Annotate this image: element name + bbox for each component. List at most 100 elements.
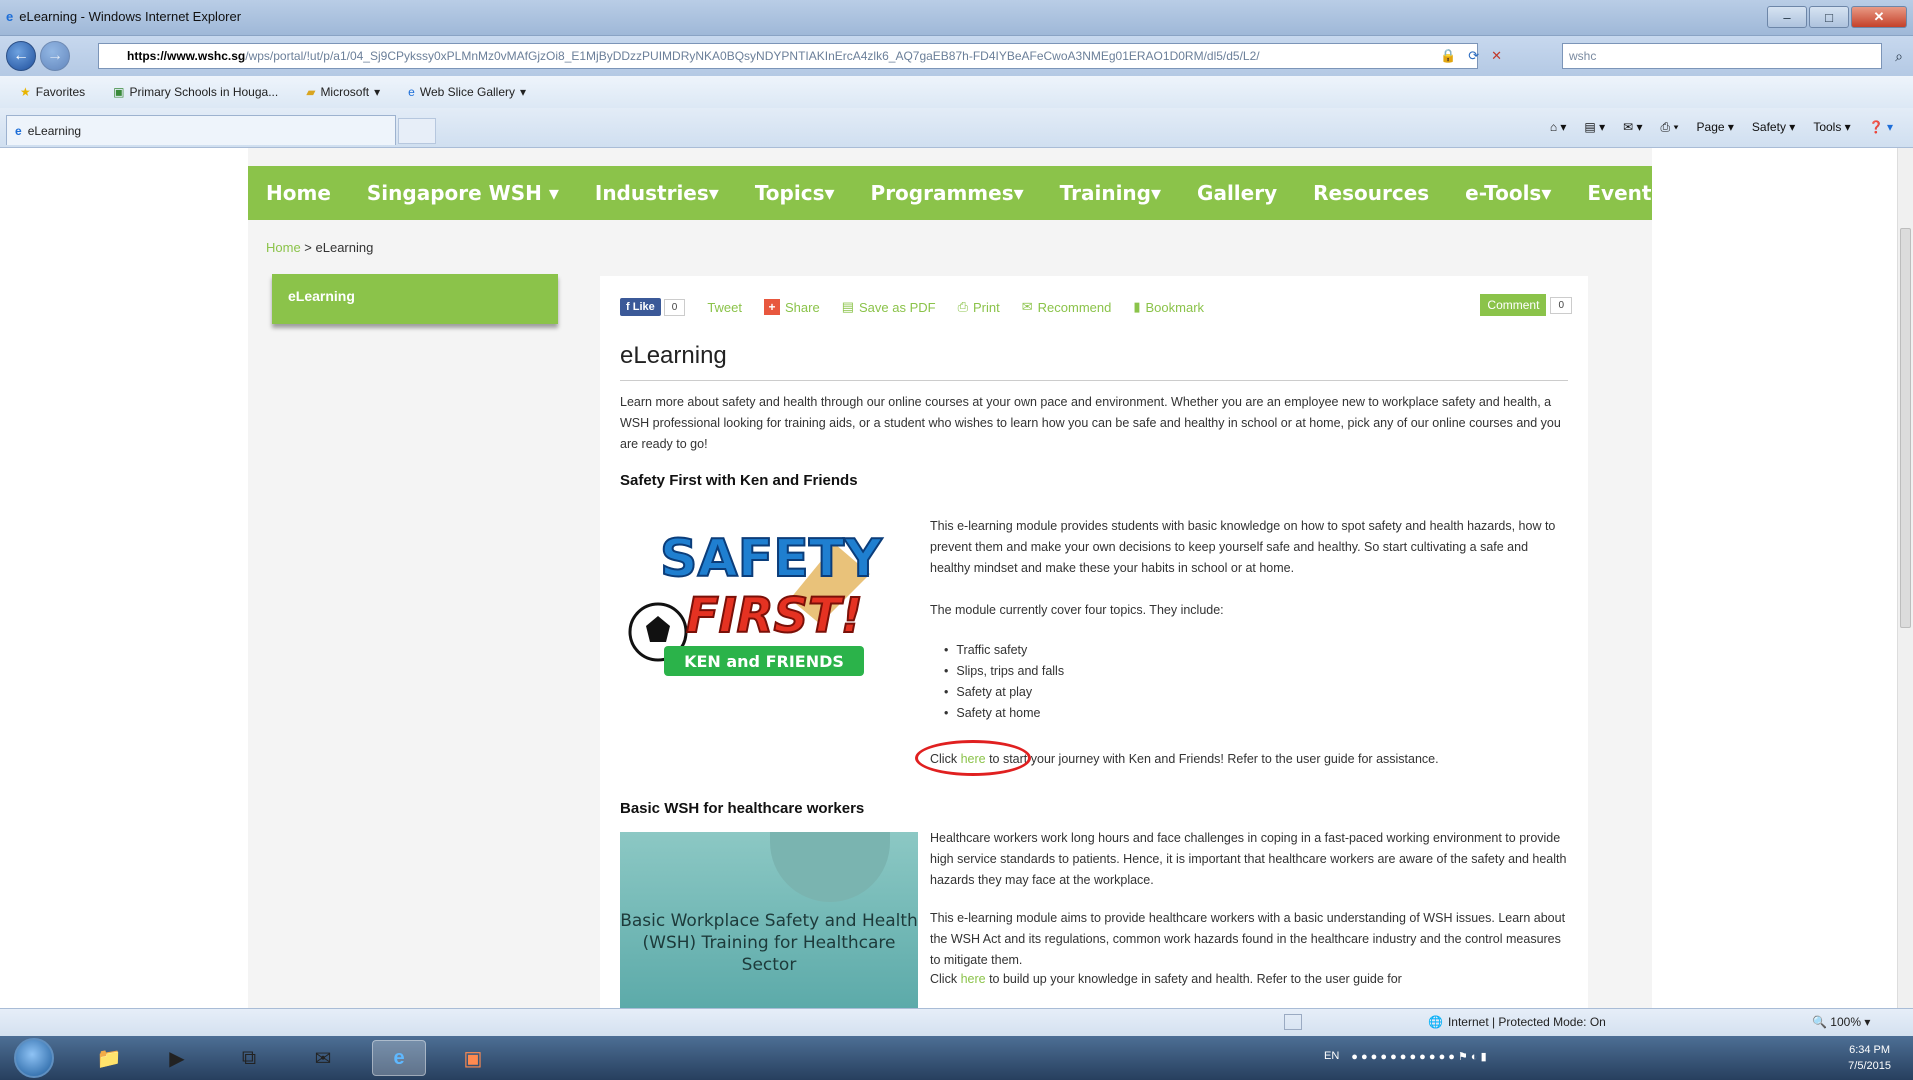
title-divider — [620, 380, 1568, 381]
facebook-like-button[interactable]: f Like 0 — [620, 298, 686, 316]
close-button[interactable]: ✕ — [1851, 6, 1907, 28]
scrollbar-thumb[interactable] — [1900, 228, 1911, 628]
nav-e-tools[interactable]: e-Tools▾ — [1465, 181, 1551, 205]
safety-first-logo: SAFETY FIRST! KEN and FRIENDS — [628, 528, 884, 676]
page-title: eLearning — [620, 342, 727, 369]
ie-page-icon: e — [408, 85, 415, 99]
list-item: Safety at play — [944, 682, 1064, 703]
safety-first-description: This e-learning module provides students… — [930, 519, 1556, 575]
start-button[interactable] — [14, 1038, 54, 1078]
healthcare-image-caption: Basic Workplace Safety and Health (WSH) … — [620, 911, 918, 975]
breadcrumb-home-link[interactable]: Home — [266, 240, 301, 255]
nav-gallery[interactable]: Gallery — [1197, 181, 1277, 205]
tweet-button[interactable]: Tweet — [707, 300, 742, 315]
bookmark-button[interactable]: ▮ Bookmark — [1133, 299, 1204, 315]
topics-intro: The module currently cover four topics. … — [930, 603, 1224, 617]
printer-icon: ⎙ — [957, 299, 968, 314]
svg-text:FIRST!: FIRST! — [686, 588, 863, 644]
bookmark-icon: ▮ — [1133, 299, 1141, 314]
address-toolbar: ← → https://www.wshc.sg/wps/portal/!ut/p… — [0, 36, 1913, 76]
vertical-scrollbar[interactable] — [1897, 148, 1913, 1008]
site-container: Home Singapore WSH ▾ Industries▾ Topics▾… — [248, 148, 1663, 1008]
system-tray: EN ● ● ● ● ● ● ● ● ● ● ● ⚑ ◐ ▮ — [1324, 1050, 1487, 1063]
sidebar-item-elearning[interactable]: eLearning — [272, 274, 558, 324]
svg-text:KEN and FRIENDS: KEN and FRIENDS — [684, 652, 844, 671]
lock-icon[interactable]: 🔒 — [1440, 48, 1456, 64]
share-toolbar: f Like 0 Tweet + Share ▤ Save as PDF ⎙ Print… — [620, 294, 1572, 320]
page-menu[interactable]: Page ▾ — [1697, 120, 1734, 135]
back-arrow-icon: ← — [13, 47, 29, 64]
annotation-circle — [915, 740, 1031, 776]
refresh-icon[interactable]: ⟳ — [1468, 48, 1479, 64]
list-item: Traffic safety — [944, 640, 1064, 661]
comment-widget[interactable]: Comment 0 — [1480, 294, 1572, 316]
system-clock[interactable]: 6:34 PM 7/5/2015 — [1848, 1042, 1891, 1074]
new-tab-button[interactable] — [398, 118, 436, 144]
address-path: /wps/portal/!ut/p/a1/04_Sj9CPykssy0xPLMn… — [245, 49, 1260, 63]
language-indicator[interactable]: EN — [1324, 1050, 1339, 1063]
ie-tab-icon: e — [15, 123, 22, 138]
svg-text:SAFETY: SAFETY — [660, 529, 883, 589]
nav-industries[interactable]: Industries▾ — [595, 181, 719, 205]
favorite-microsoft[interactable]: ▰ Microsoft ▾ — [306, 85, 380, 99]
print-button[interactable]: ⎙ Print — [958, 299, 1000, 315]
section-heading-healthcare: Basic WSH for healthcare workers — [620, 800, 865, 817]
security-zone[interactable]: 🌐 Internet | Protected Mode: On — [1428, 1015, 1606, 1029]
media-player-taskbar-icon[interactable]: ▶ — [150, 1040, 204, 1076]
folder-icon: ▰ — [306, 85, 316, 99]
tools-menu[interactable]: Tools ▾ — [1813, 120, 1850, 135]
main-navigation: Home Singapore WSH ▾ Industries▾ Topics▾… — [248, 166, 1663, 220]
star-icon: ★ — [20, 85, 31, 99]
maximize-button[interactable]: □ — [1809, 6, 1849, 28]
nav-topics[interactable]: Topics▾ — [755, 181, 835, 205]
favorite-primary-schools[interactable]: ▣ Primary Schools in Houga... — [113, 85, 278, 99]
zoom-level[interactable]: 🔍 100% ▾ — [1812, 1015, 1870, 1029]
search-icon[interactable]: ⌕ — [1895, 48, 1903, 65]
help-icon[interactable]: ❓ ▾ — [1869, 120, 1893, 135]
pdf-icon: ▤ — [841, 299, 854, 314]
ie-taskbar-icon[interactable]: e — [372, 1040, 426, 1076]
safety-first-image[interactable]: SAFETY FIRST! KEN and FRIENDS — [620, 504, 918, 694]
save-pdf-button[interactable]: ▤ Save as PDF — [842, 299, 936, 315]
comment-button[interactable]: Comment — [1480, 294, 1547, 316]
nav-training[interactable]: Training▾ — [1060, 181, 1161, 205]
nav-programmes[interactable]: Programmes▾ — [871, 181, 1024, 205]
forward-button[interactable]: → — [40, 41, 70, 71]
nav-singapore-wsh[interactable]: Singapore WSH ▾ — [367, 181, 559, 205]
like-count: 0 — [663, 298, 686, 316]
home-icon[interactable]: ⌂ ▾ — [1550, 120, 1567, 135]
address-bar[interactable]: https://www.wshc.sg/wps/portal/!ut/p/a1/… — [98, 43, 1478, 69]
outlook-taskbar-icon[interactable]: ✉ — [296, 1040, 350, 1076]
tray-icons[interactable]: ● ● ● ● ● ● ● ● ● ● ● ⚑ ◐ ▮ — [1351, 1050, 1486, 1063]
page-icon: ▣ — [113, 85, 125, 99]
list-item: Safety at home — [944, 703, 1064, 724]
nav-home[interactable]: Home — [266, 181, 331, 205]
comment-count: 0 — [1550, 296, 1572, 314]
powerpoint-taskbar-icon[interactable]: ▣ — [446, 1040, 500, 1076]
minimize-button[interactable]: – — [1767, 6, 1807, 28]
tab-elearning[interactable]: e eLearning — [6, 115, 396, 145]
intro-paragraph: Learn more about safety and health throu… — [620, 395, 1561, 451]
stop-icon[interactable]: ✕ — [1491, 48, 1502, 64]
back-button[interactable]: ← — [6, 41, 36, 71]
magnifier-icon: 🔍 — [1812, 1015, 1827, 1029]
switch-windows-taskbar-icon[interactable]: ⧉ — [222, 1040, 276, 1076]
share-button[interactable]: + Share — [764, 299, 820, 315]
list-item: Slips, trips and falls — [944, 661, 1064, 682]
mail-icon[interactable]: ✉ ▾ — [1623, 120, 1642, 135]
breadcrumb-current: eLearning — [315, 240, 374, 255]
recommend-button[interactable]: ✉ Recommend — [1022, 299, 1112, 315]
breadcrumb: Home > eLearning — [266, 240, 374, 255]
content-card: f Like 0 Tweet + Share ▤ Save as PDF ⎙ Print… — [600, 276, 1588, 1008]
feeds-icon[interactable]: ▤ ▾ — [1584, 120, 1605, 135]
healthcare-course-image[interactable]: Basic Workplace Safety and Health (WSH) … — [620, 832, 918, 1008]
print-icon[interactable]: ⎙ ▾ — [1661, 120, 1679, 135]
favorite-web-slice-gallery[interactable]: e Web Slice Gallery ▾ — [408, 85, 526, 99]
favorites-button[interactable]: ★ Favorites — [20, 85, 85, 99]
nav-events[interactable]: Events — [1587, 181, 1663, 205]
healthcare-start-link[interactable]: here — [961, 972, 986, 986]
search-input[interactable]: wshc — [1562, 43, 1882, 69]
nav-resources[interactable]: Resources — [1313, 181, 1429, 205]
safety-menu[interactable]: Safety ▾ — [1752, 120, 1795, 135]
explorer-taskbar-icon[interactable]: 📁 — [82, 1040, 136, 1076]
